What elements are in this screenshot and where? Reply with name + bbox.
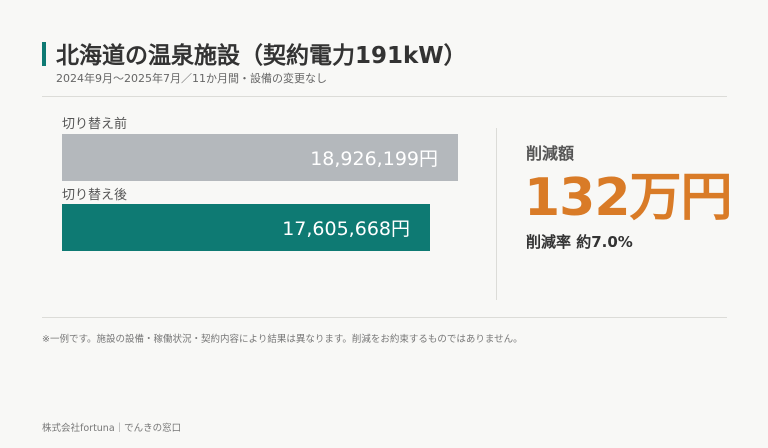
reduction-label: 削減額 — [526, 144, 575, 163]
bar-after: 17,605,668円 — [62, 204, 430, 251]
top-divider — [42, 96, 727, 97]
bar-label-before: 切り替え前 — [62, 117, 128, 132]
bar-before: 18,926,199円 — [62, 134, 458, 181]
title-accent-bar — [42, 42, 46, 66]
reduction-amount: 132万円 — [524, 168, 733, 228]
bar-value-before: 18,926,199円 — [310, 148, 438, 170]
footer-credit: 株式会社fortuna｜でんきの窓口 — [42, 423, 182, 434]
page-title: 北海道の温泉施設（契約電力191kW） — [56, 43, 467, 69]
bar-label-after: 切り替え後 — [62, 188, 128, 203]
vertical-divider — [496, 128, 497, 300]
bar-value-after: 17,605,668円 — [282, 218, 410, 240]
page-subtitle: 2024年9月～2025年7月／11か月間・設備の変更なし — [56, 72, 327, 85]
reduction-rate: 削減率 約7.0% — [526, 233, 633, 251]
disclaimer-note: ※一例です。施設の設備・稼働状況・契約内容により結果は異なります。削減をお約束す… — [42, 334, 523, 345]
bottom-divider — [42, 317, 727, 318]
